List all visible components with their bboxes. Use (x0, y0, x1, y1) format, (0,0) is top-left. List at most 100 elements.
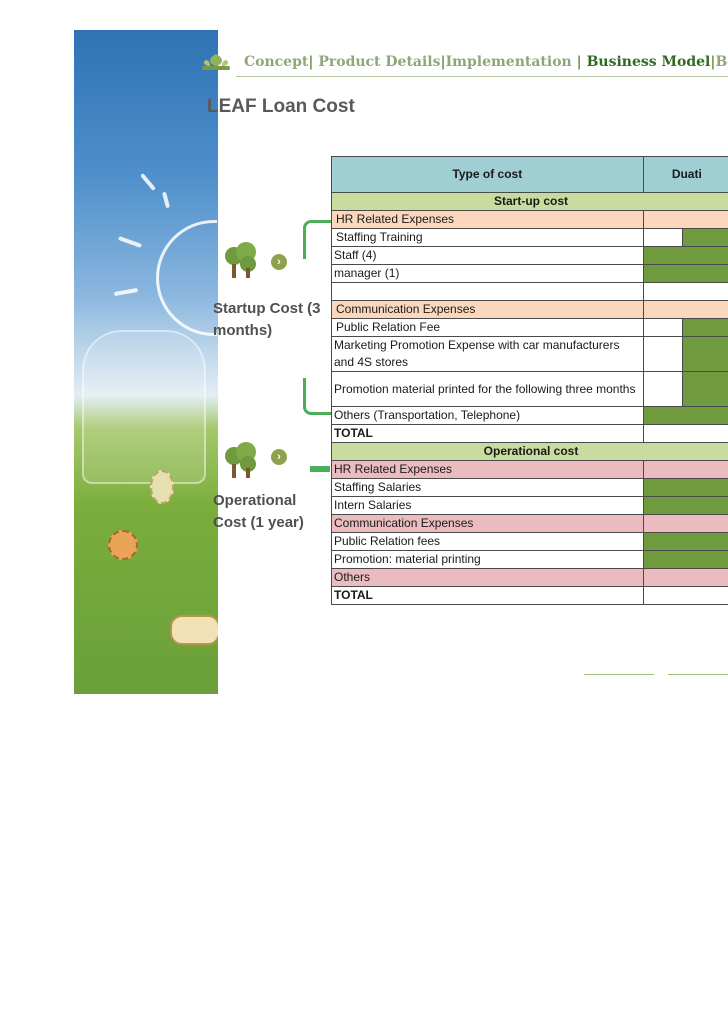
operational-section-row: Operational cost (331, 442, 728, 461)
table-row: Promotion: material printing (331, 550, 728, 569)
row-cell (642, 514, 728, 533)
table-row: Communication Expenses (331, 300, 728, 319)
table-header-row: Type of cost Duati (331, 156, 728, 193)
startup-bracket-bottom (303, 378, 332, 415)
row-cell (642, 460, 728, 479)
row-cell-filled (642, 264, 728, 283)
tree-icon (225, 242, 256, 278)
row-cell-filled (642, 478, 728, 497)
nav-separator: | (576, 54, 582, 70)
cat-drawing (170, 615, 218, 645)
table-row: Others (Transportation, Telephone) (331, 406, 728, 425)
row-label: Others (331, 568, 644, 587)
table-row: manager (1) (331, 264, 728, 283)
flower-drawing (108, 530, 138, 560)
row-cell-filled (642, 246, 728, 265)
row-label: Promotion material printed for the follo… (331, 371, 644, 407)
tree-icon (225, 442, 256, 478)
row-cell-filled (682, 228, 728, 247)
row-cell-filled (682, 318, 728, 337)
flower-drawing (150, 470, 174, 504)
arrow-right-icon: › (271, 449, 287, 465)
row-label (331, 282, 644, 301)
startup-cost-label: Startup Cost (3 months) (213, 300, 321, 339)
row-label: Staff (4) (331, 246, 644, 265)
row-cell (642, 300, 728, 319)
cost-table: Type of cost Duati Start-up cost HR Rela… (331, 156, 728, 605)
table-row: Intern Salaries (331, 496, 728, 515)
header-duration: Duati (642, 156, 728, 193)
row-cell-filled (642, 532, 728, 551)
row-label-total: TOTAL (331, 424, 644, 443)
nav-item-ber[interactable]: Ber (715, 54, 728, 70)
row-label: Public Relation fees (331, 532, 644, 551)
row-cell (642, 371, 684, 407)
table-row: Staffing Training (331, 228, 728, 247)
row-cell (642, 336, 684, 372)
top-navigation: Concept| Product Details|Implementation … (200, 52, 728, 78)
table-row: TOTAL (331, 424, 728, 443)
background-illustration (74, 30, 218, 694)
row-cell-filled (642, 496, 728, 515)
operational-cost-label: Operational Cost (1 year) (213, 492, 304, 531)
row-label-total: TOTAL (331, 586, 644, 605)
operational-section-label: Operational cost (331, 442, 728, 461)
row-label: Staffing Salaries (331, 478, 644, 497)
table-row: Staff (4) (331, 246, 728, 265)
row-cell-filled (682, 336, 728, 372)
row-cell-filled (642, 406, 728, 425)
decorative-line (584, 674, 654, 675)
table-row: Others (331, 568, 728, 587)
row-cell (642, 228, 684, 247)
nav-item-concept[interactable]: Concept (244, 54, 308, 70)
sun-ray (140, 173, 156, 191)
row-cell-filled (682, 371, 728, 407)
startup-bracket-top (303, 220, 332, 259)
sun-ray (113, 287, 139, 297)
row-label: HR Related Expenses (331, 210, 644, 229)
bus-drawing (82, 330, 206, 484)
row-cell (642, 318, 684, 337)
row-label: Staffing Training (331, 228, 644, 247)
row-label: Public Relation Fee (331, 318, 644, 337)
table-row: TOTAL (331, 586, 728, 605)
startup-section-label: Start-up cost (331, 192, 728, 211)
sun-drawing (156, 220, 217, 336)
nav-underline (236, 76, 728, 77)
row-label: Promotion: material printing (331, 550, 644, 569)
row-cell (642, 282, 728, 301)
table-row: Public Relation fees (331, 532, 728, 551)
row-label: Marketing Promotion Expense with car man… (331, 336, 644, 372)
arrow-right-icon: › (271, 254, 287, 270)
row-label: Communication Expenses (331, 514, 644, 533)
sun-ray (118, 236, 142, 248)
startup-section-row: Start-up cost (331, 192, 728, 211)
page-title: LEAF Loan Cost (207, 96, 355, 117)
row-label: Intern Salaries (331, 496, 644, 515)
operational-bracket-line (310, 466, 330, 472)
row-cell (642, 424, 728, 443)
header-type-of-cost: Type of cost (331, 156, 644, 193)
nav-item-product-details[interactable]: Product Details (318, 54, 440, 70)
table-row: Public Relation Fee (331, 318, 728, 337)
nav-item-business-model[interactable]: Business Model (587, 54, 711, 70)
table-row (331, 282, 728, 301)
decorative-line (668, 674, 728, 675)
nav-separator: | (308, 54, 314, 70)
row-cell (642, 568, 728, 587)
nav-item-implementation[interactable]: Implementation (446, 54, 572, 70)
row-cell-filled (642, 550, 728, 569)
row-label: HR Related Expenses (331, 460, 644, 479)
nav-items: Concept| Product Details|Implementation … (244, 54, 728, 70)
row-label: Communication Expenses (331, 300, 644, 319)
table-row: Communication Expenses (331, 514, 728, 533)
row-cell (642, 210, 728, 229)
table-row: Marketing Promotion Expense with car man… (331, 336, 728, 372)
table-row: Staffing Salaries (331, 478, 728, 497)
row-label: Others (Transportation, Telephone) (331, 406, 644, 425)
table-row: HR Related Expenses (331, 210, 728, 229)
table-row: Promotion material printed for the follo… (331, 371, 728, 407)
row-cell (642, 586, 728, 605)
table-row: HR Related Expenses (331, 460, 728, 479)
sun-ray (161, 191, 171, 209)
